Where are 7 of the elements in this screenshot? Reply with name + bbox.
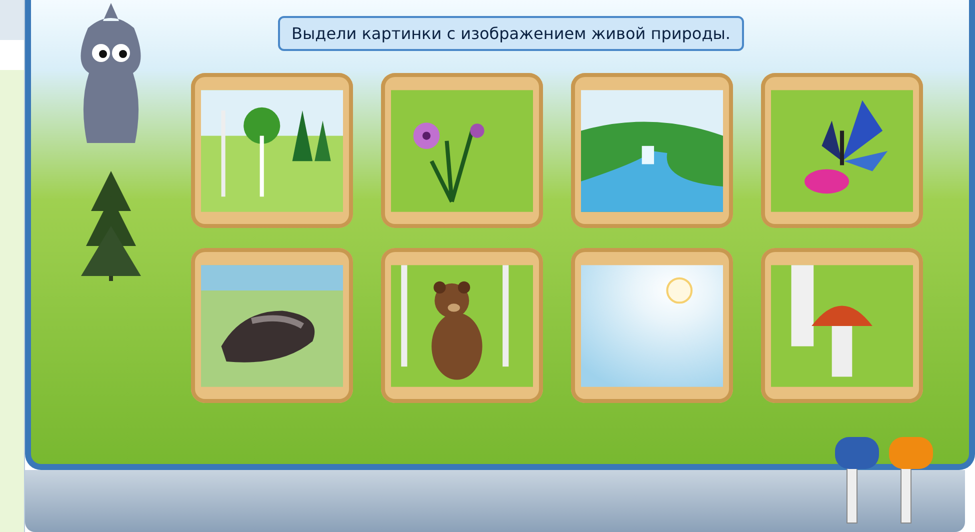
picture-card[interactable] <box>381 73 543 228</box>
picture-card[interactable] <box>191 248 353 403</box>
picture-card[interactable] <box>191 73 353 228</box>
instruction-banner: Выдели картинки с изображением живой природы. <box>278 16 744 51</box>
picture-card[interactable] <box>761 73 923 228</box>
picture-card[interactable] <box>381 248 543 403</box>
picture-card[interactable] <box>761 248 923 403</box>
